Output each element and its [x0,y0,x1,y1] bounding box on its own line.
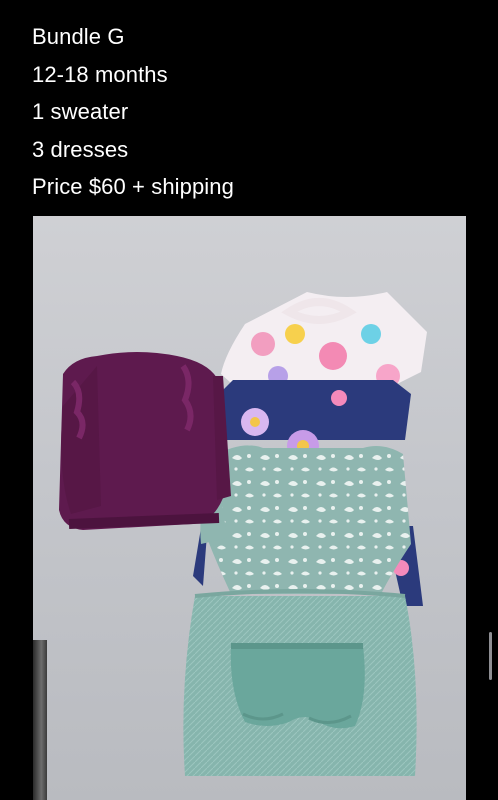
bloomers [230,643,365,729]
scrollbar[interactable] [489,632,492,680]
photo-edge-strip [33,640,47,800]
sweater-count-line: 1 sweater [32,99,129,124]
post-caption: Bundle G 12-18 months 1 sweater 3 dresse… [32,18,234,206]
bundle-title: Bundle G [32,24,125,49]
purple-sweater [59,352,231,530]
price-line: Price $60 + shipping [32,174,234,199]
bundle-photo[interactable] [33,216,466,800]
photo-illustration [59,292,427,776]
dress-count-line: 3 dresses [32,136,129,162]
pink-floral-dress [221,292,427,392]
size-line: 12-18 months [32,61,168,87]
